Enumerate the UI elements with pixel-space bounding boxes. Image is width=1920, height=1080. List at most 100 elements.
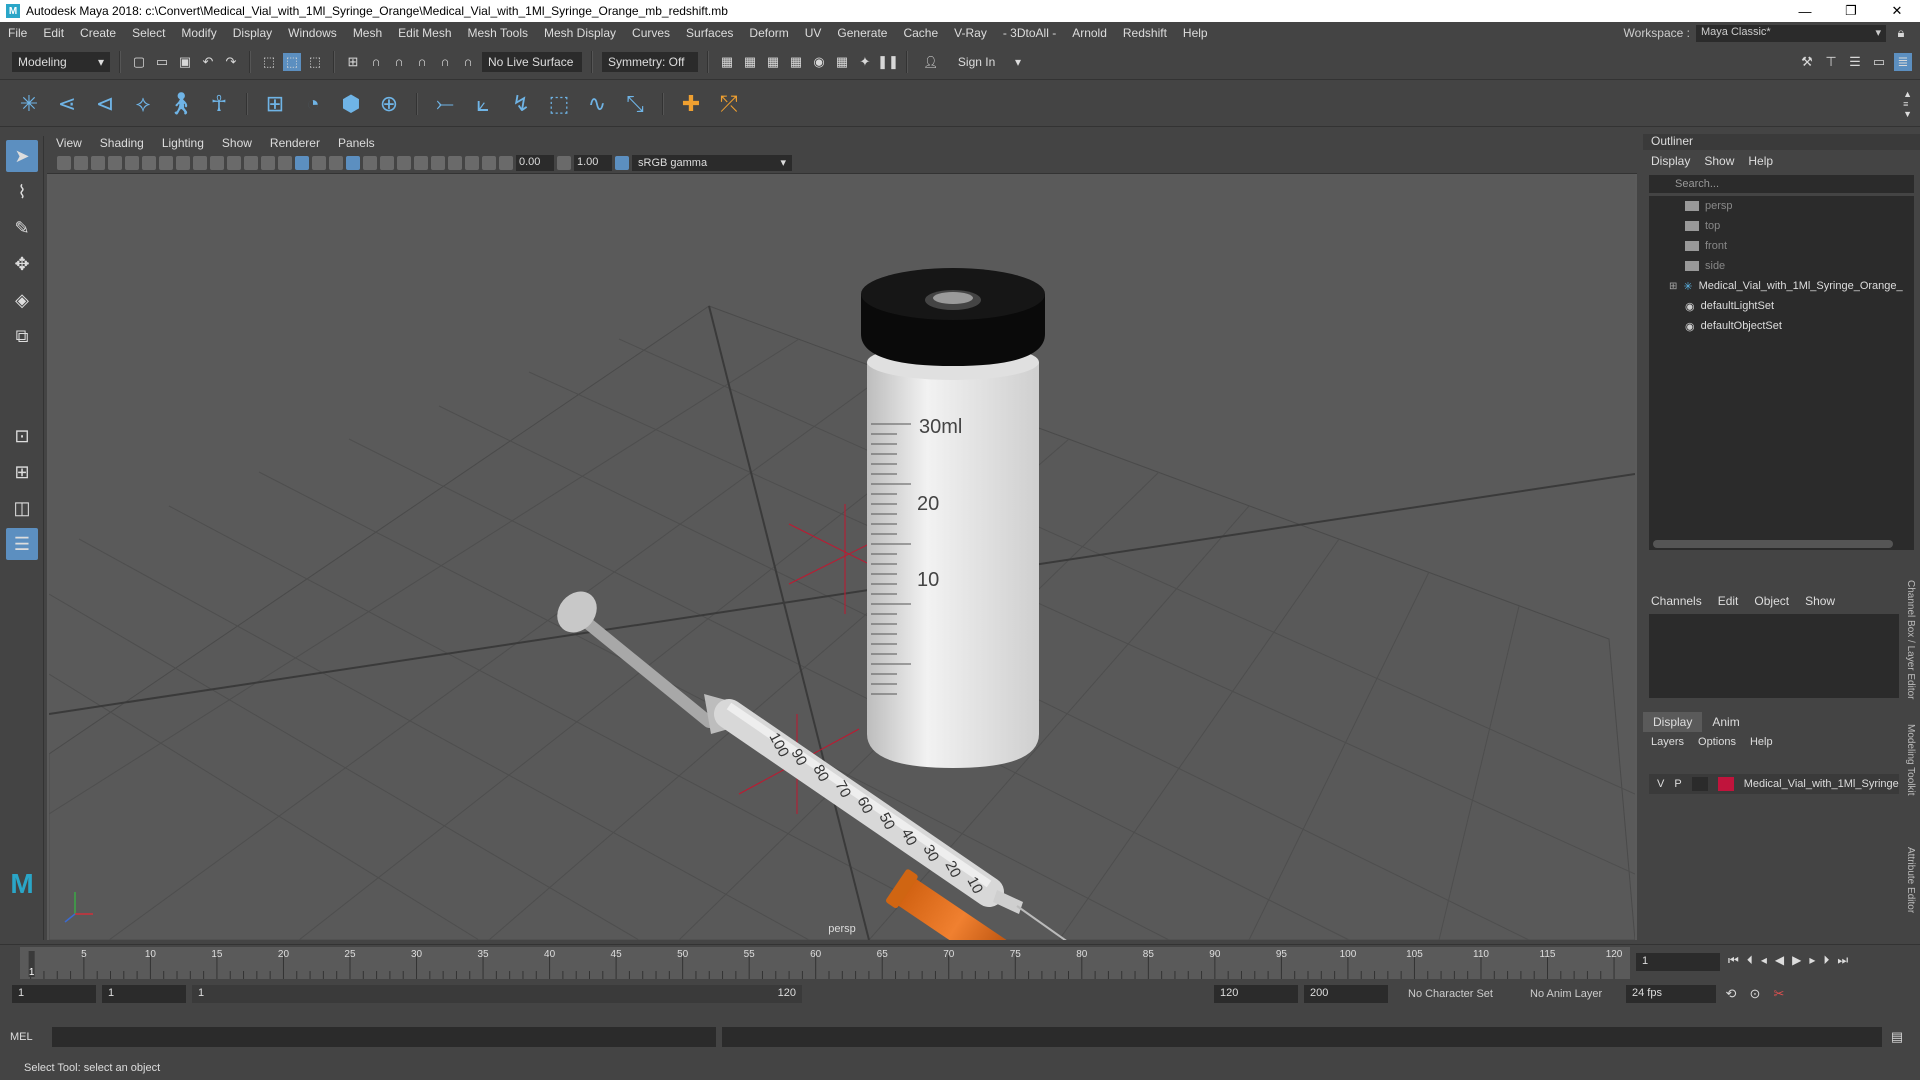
image-plane-icon[interactable] [108,155,122,170]
sine-deformer-icon[interactable]: ∿ [582,89,612,119]
ambient-occlusion-icon[interactable] [380,155,394,170]
joint-tool-icon[interactable]: ✳ [14,89,44,119]
color-management-icon[interactable] [615,155,629,170]
isolate-select-icon[interactable] [448,155,462,170]
smooth-shade-icon[interactable] [295,155,309,170]
menu-create[interactable]: Create [72,26,124,40]
anim-layer-dropdown[interactable]: No Anim Layer [1520,988,1620,1000]
menu-mesh-display[interactable]: Mesh Display [536,26,624,40]
locator-icon[interactable]: ✚ [676,89,706,119]
channel-box-menu-channels[interactable]: Channels [1651,594,1702,608]
menu-file[interactable]: File [0,26,35,40]
make-live-icon[interactable]: ∩ [459,53,477,71]
viewport-menu-view[interactable]: View [47,136,91,150]
attribute-editor-icon[interactable]: ⊤ [1822,53,1840,71]
render-setup-icon[interactable]: ▦ [833,53,851,71]
save-scene-icon[interactable]: ▣ [176,53,194,71]
menu-curves[interactable]: Curves [624,26,678,40]
bind-skin-icon[interactable]: ⟡ [128,89,158,119]
scale-tool-icon[interactable]: ⧉ [6,320,38,352]
color-space-dropdown[interactable]: sRGB gamma ▾ [632,154,792,171]
step-forward-icon[interactable]: ⏵ [1823,953,1829,968]
open-scene-icon[interactable]: ▭ [153,53,171,71]
outliner-item-side[interactable]: side [1649,256,1914,276]
lock-icon[interactable]: 🔒︎ [1892,24,1910,42]
menu-vray[interactable]: V-Ray [946,26,995,40]
channel-box-menu-object[interactable]: Object [1754,594,1789,608]
menu-generate[interactable]: Generate [829,26,895,40]
fps-dropdown[interactable]: 24 fps [1626,985,1716,1003]
pause-icon[interactable]: ❚❚ [877,53,899,71]
side-tab-modeling-toolkit[interactable]: Modeling Toolkit [1905,700,1916,820]
channel-box-icon[interactable]: ≣ [1894,52,1912,71]
safe-title-icon[interactable] [261,155,275,170]
snap-projected-icon[interactable]: ∩ [413,53,431,71]
tab-display[interactable]: Display [1643,712,1703,732]
outliner-item-medical-vial[interactable]: ⊞ ✳ Medical_Vial_with_1Ml_Syringe_Orange_ [1649,276,1914,296]
resolution-gate-icon[interactable] [193,155,207,170]
outliner-horizontal-scrollbar[interactable] [1653,540,1893,548]
menu-uv[interactable]: UV [797,26,830,40]
menu-help[interactable]: Help [1175,26,1216,40]
xray-joints-icon[interactable] [482,155,496,170]
camera-attr-icon[interactable] [74,155,88,170]
squash-deformer-icon[interactable]: ⤡ [620,89,650,119]
gate-mask-icon[interactable] [210,155,224,170]
viewport-menu-lighting[interactable]: Lighting [153,136,213,150]
tab-anim[interactable]: Anim [1702,712,1749,732]
menu-surfaces[interactable]: Surfaces [678,26,741,40]
menu-deform[interactable]: Deform [741,26,796,40]
wireframe-on-shaded-icon[interactable] [312,155,326,170]
channel-box-menu-show[interactable]: Show [1805,594,1835,608]
sculpt-deformer-icon[interactable]: ◔ [298,89,328,119]
minimize-button[interactable]: — [1782,0,1828,22]
layout-icon[interactable]: ▭ [1870,53,1888,71]
hik-icon[interactable]: ☥ [204,89,234,119]
single-view-icon[interactable]: ⊡ [6,420,38,452]
render-frame-icon[interactable]: ▦ [741,53,759,71]
menu-redshift[interactable]: Redshift [1115,26,1175,40]
textured-icon[interactable] [329,155,343,170]
prev-key-icon[interactable]: ◂ [1761,953,1767,968]
next-key-icon[interactable]: ▸ [1809,953,1815,968]
menu-windows[interactable]: Windows [280,26,345,40]
time-slider[interactable]: 5 10 15 20 25 30 35 40 45 50 55 60 65 70 75 80 85 90 95 100… [20,947,1630,979]
paint-select-icon[interactable]: ✎ [6,212,38,244]
outliner-menu-display[interactable]: Display [1651,154,1690,168]
grease-pencil-icon[interactable] [142,155,156,170]
menu-mesh[interactable]: Mesh [345,26,390,40]
depth-of-field-icon[interactable] [431,155,445,170]
gamma-icon[interactable] [557,155,571,170]
outliner-item-default-object-set[interactable]: ◉ defaultObjectSet [1649,316,1914,336]
layer-row[interactable]: V P Medical_Vial_with_1Ml_Syringe [1649,774,1899,794]
play-backward-icon[interactable]: ◀ [1775,953,1784,968]
move-tool-icon[interactable]: ✥ [6,248,38,280]
workspace-dropdown[interactable]: Maya Classic* ▾ [1696,24,1886,42]
anim-prefs-icon[interactable]: ✂ [1770,985,1788,1003]
outliner-item-persp[interactable]: persp [1649,196,1914,216]
two-view-icon[interactable]: ◫ [6,492,38,524]
lattice-icon[interactable]: ⊞ [260,89,290,119]
outliner-item-default-light-set[interactable]: ◉ defaultLightSet [1649,296,1914,316]
constraint-icon[interactable]: ⤱ [714,89,744,119]
3d-viewport[interactable]: 30ml 20 10 100 90 80 70 60 50 40 30 20 1… [49,174,1635,940]
menu-mesh-tools[interactable]: Mesh Tools [460,26,536,40]
redo-icon[interactable]: ↷ [222,53,240,71]
auto-key-icon[interactable]: ⊙ [1746,985,1764,1003]
play-forward-icon[interactable]: ▶ [1792,953,1801,968]
arrow-up-icon[interactable]: ▲ [1903,89,1912,99]
current-frame-field[interactable]: 1 [1636,953,1720,971]
start-time-field[interactable]: 1 [12,985,96,1003]
wrap-deformer-icon[interactable]: ⬢ [336,89,366,119]
select-hierarchy-icon[interactable]: ⬚ [260,53,278,71]
viewport-menu-shading[interactable]: Shading [91,136,153,150]
side-tab-channel-box[interactable]: Channel Box / Layer Editor [1905,580,1916,700]
motion-blur-icon[interactable] [397,155,411,170]
render-settings-icon[interactable]: ▦ [787,53,805,71]
sign-in-dropdown[interactable]: 👤︎ Sign In ▾ [917,52,1027,72]
four-view-icon[interactable]: ⊞ [6,456,38,488]
snap-point-icon[interactable]: ∩ [390,53,408,71]
viewport-menu-panels[interactable]: Panels [329,136,384,150]
exposure-field[interactable]: 0.00 [516,154,554,171]
layer-color-swatch[interactable] [1717,777,1734,791]
